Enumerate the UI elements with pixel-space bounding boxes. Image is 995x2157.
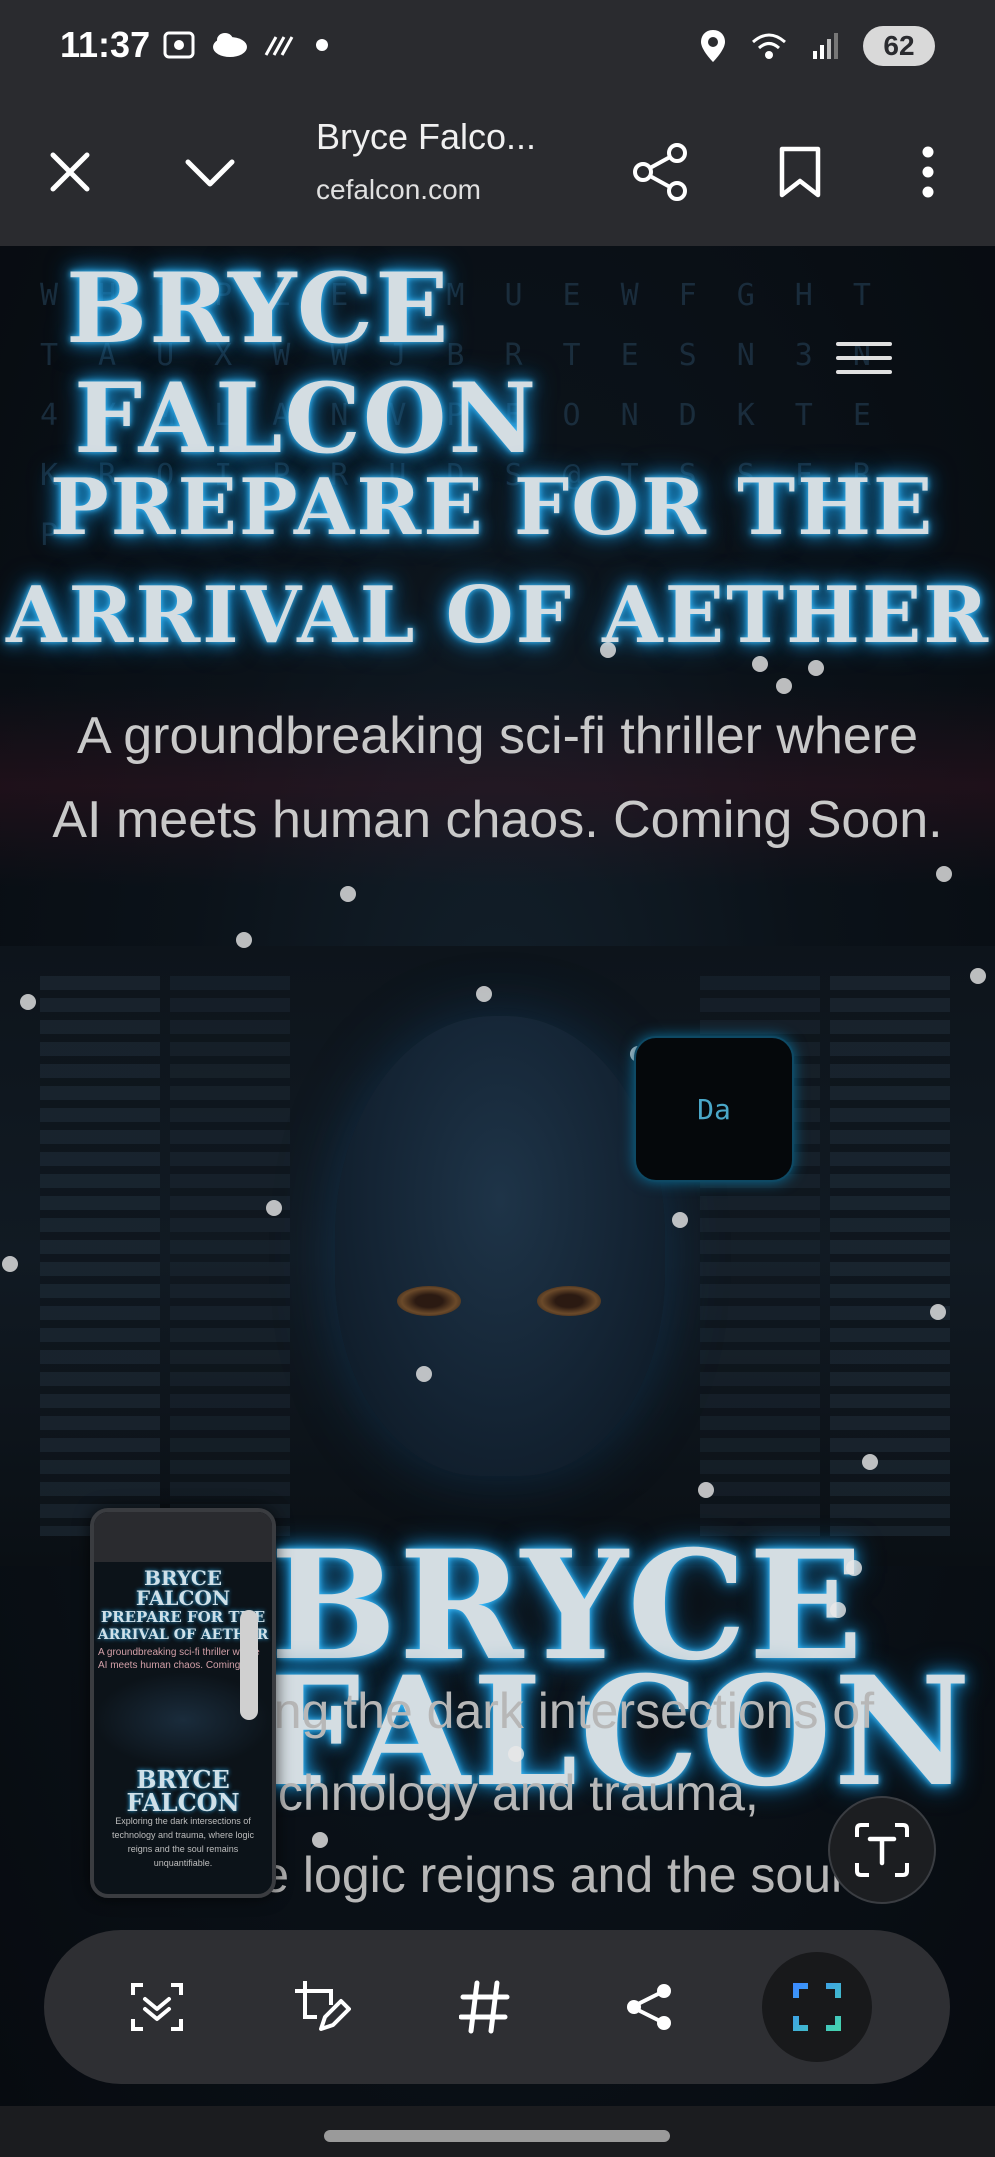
extract-text-button[interactable] bbox=[828, 1796, 936, 1904]
status-time: 11:37 bbox=[60, 24, 151, 65]
headline-line1: PREPARE FOR THE bbox=[50, 462, 935, 553]
close-button[interactable] bbox=[30, 132, 110, 212]
thumbnail-scroll-capture-handle[interactable] bbox=[240, 1610, 258, 1720]
capture-frame-icon bbox=[793, 1983, 841, 2031]
particle bbox=[846, 1560, 862, 1576]
particle bbox=[808, 660, 824, 676]
particle bbox=[312, 1832, 328, 1848]
battery-icon: 62 bbox=[863, 26, 935, 66]
ai-head-illustration bbox=[335, 1016, 665, 1476]
status-right-icons: 62 bbox=[699, 26, 935, 66]
share-icon bbox=[627, 1984, 671, 2030]
chevron-down-icon bbox=[185, 159, 235, 187]
particle bbox=[2, 1256, 18, 1272]
scan-button[interactable] bbox=[102, 1952, 212, 2062]
particle bbox=[236, 932, 252, 948]
screenshot-icon bbox=[163, 31, 195, 59]
more-vertical-icon bbox=[922, 146, 934, 198]
text-select-icon bbox=[855, 1823, 909, 1877]
brand-name-line2[interactable]: FALCON bbox=[74, 362, 538, 475]
status-bar: 11:37 62 bbox=[0, 0, 995, 96]
particle bbox=[752, 656, 768, 672]
screenshot-toolbar bbox=[44, 1930, 950, 2084]
edit-button[interactable] bbox=[266, 1952, 376, 2062]
page-url[interactable]: cefalcon.com bbox=[316, 174, 481, 206]
particle bbox=[508, 1746, 524, 1762]
bookmark-button[interactable] bbox=[760, 132, 840, 212]
subtitle-line1: A groundbreaking sci-fi thriller where bbox=[76, 707, 919, 765]
menu-button[interactable] bbox=[836, 342, 892, 382]
battery-level: 62 bbox=[883, 30, 915, 61]
particle bbox=[862, 1454, 878, 1470]
page-title: Bryce Falco... bbox=[316, 116, 537, 157]
particle bbox=[600, 642, 616, 658]
collapse-button[interactable] bbox=[170, 132, 250, 212]
particle bbox=[340, 886, 356, 902]
chat-widget[interactable]: Da bbox=[634, 1036, 794, 1182]
capture-button[interactable] bbox=[762, 1952, 872, 2062]
share-icon bbox=[633, 143, 687, 201]
particle bbox=[20, 994, 36, 1010]
subtitle-line2: AI meets human chaos. Coming Soon. bbox=[52, 791, 943, 849]
hashtag-icon bbox=[459, 1980, 510, 2034]
particle bbox=[776, 678, 792, 694]
more-options-button[interactable] bbox=[888, 132, 968, 212]
scan-icon bbox=[131, 1983, 183, 2031]
brand-name-line1[interactable]: BRYCE bbox=[66, 252, 450, 365]
chat-widget-text: Da bbox=[697, 1092, 731, 1126]
thumbnail-brand1: BRYCE bbox=[144, 1566, 222, 1590]
particle bbox=[930, 1304, 946, 1320]
bookmark-icon bbox=[779, 146, 821, 198]
close-icon bbox=[50, 152, 90, 192]
particle bbox=[936, 866, 952, 882]
particle bbox=[476, 986, 492, 1002]
particle bbox=[416, 1366, 432, 1382]
thumbnail-tagline: Exploring the dark intersections of tech… bbox=[111, 1816, 255, 1868]
hero-image bbox=[0, 946, 995, 1566]
cell-signal-icon bbox=[813, 33, 838, 59]
thumbnail-brand2: FALCON bbox=[135, 1586, 231, 1610]
cloud-icon bbox=[213, 33, 247, 57]
edit-crop-icon bbox=[295, 1981, 351, 2031]
particle bbox=[830, 1602, 846, 1618]
particle bbox=[698, 1482, 714, 1498]
tag-button[interactable] bbox=[430, 1952, 540, 2062]
wifi-icon bbox=[752, 33, 786, 59]
particle bbox=[970, 968, 986, 984]
particle bbox=[672, 1212, 688, 1228]
thumbnail-browser-bar bbox=[94, 1512, 272, 1562]
location-icon bbox=[701, 30, 725, 62]
signal-lines-icon bbox=[264, 36, 294, 56]
particle bbox=[266, 1200, 282, 1216]
status-left-icons bbox=[162, 28, 332, 62]
share-screenshot-button[interactable] bbox=[594, 1952, 704, 2062]
thumbnail-bottom2: FALCON bbox=[126, 1788, 240, 1817]
share-button[interactable] bbox=[620, 132, 700, 212]
dot-icon bbox=[316, 39, 328, 51]
headline-line2: ARRIVAL OF AETHER bbox=[6, 570, 991, 661]
system-navigation-bar bbox=[0, 2106, 995, 2157]
home-gesture-handle[interactable] bbox=[324, 2130, 670, 2142]
